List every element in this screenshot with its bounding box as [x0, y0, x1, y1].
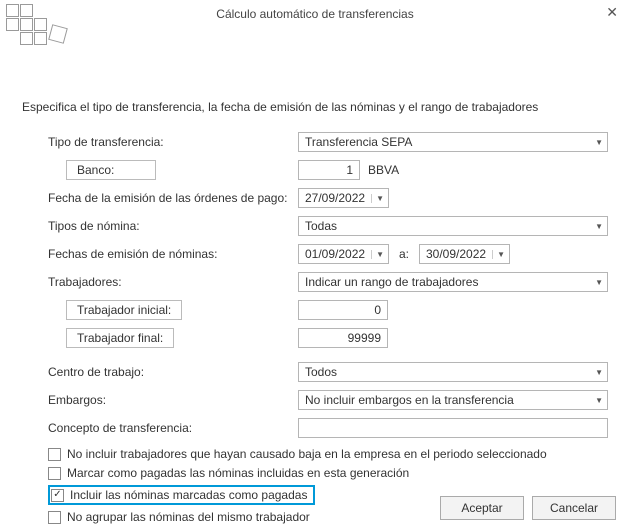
tipos-nomina-label: Tipos de nómina: — [48, 219, 298, 233]
banco-num-input[interactable]: 1 — [298, 160, 360, 180]
concepto-input[interactable] — [298, 418, 608, 438]
centro-label: Centro de trabajo: — [48, 365, 298, 379]
banco-name: BBVA — [364, 163, 399, 177]
chevron-down-icon: ▼ — [595, 278, 603, 287]
fecha-ordenes-label: Fecha de la emisión de las órdenes de pa… — [48, 191, 298, 205]
centro-select[interactable]: Todos ▼ — [298, 362, 608, 382]
chevron-down-icon: ▼ — [371, 194, 388, 203]
fecha-desde-input[interactable]: 01/09/2022 ▼ — [298, 244, 389, 264]
tipos-nomina-select[interactable]: Todas ▼ — [298, 216, 608, 236]
fecha-ordenes-input[interactable]: 27/09/2022 ▼ — [298, 188, 389, 208]
embargos-label: Embargos: — [48, 393, 298, 407]
instruction-text: Especifica el tipo de transferencia, la … — [22, 100, 608, 114]
check-no-incluir-bajas-label: No incluir trabajadores que hayan causad… — [67, 447, 547, 461]
check-no-agrupar[interactable] — [48, 511, 61, 524]
check-no-incluir-bajas[interactable] — [48, 448, 61, 461]
trabajadores-label: Trabajadores: — [48, 275, 298, 289]
trabajadores-select[interactable]: Indicar un rango de trabajadores ▼ — [298, 272, 608, 292]
banco-button[interactable]: Banco: — [66, 160, 156, 180]
check-incluir-nominas-pagadas[interactable]: ✓ — [51, 489, 64, 502]
tipo-transferencia-select[interactable]: Transferencia SEPA ▼ — [298, 132, 608, 152]
trabajador-final-button[interactable]: Trabajador final: — [66, 328, 174, 348]
close-icon[interactable]: ✕ — [600, 2, 624, 23]
chevron-down-icon: ▼ — [595, 396, 603, 405]
tipo-transferencia-value: Transferencia SEPA — [305, 135, 412, 149]
a-label: a: — [393, 247, 415, 261]
highlight-box: ✓ Incluir las nóminas marcadas como paga… — [48, 485, 315, 505]
check-marcar-pagadas-label: Marcar como pagadas las nóminas incluida… — [67, 466, 409, 480]
tipo-transferencia-label: Tipo de transferencia: — [48, 135, 298, 149]
cancel-button[interactable]: Cancelar — [532, 496, 616, 520]
chevron-down-icon: ▼ — [371, 250, 388, 259]
trabajador-inicial-button[interactable]: Trabajador inicial: — [66, 300, 182, 320]
chevron-down-icon: ▼ — [492, 250, 509, 259]
chevron-down-icon: ▼ — [595, 138, 603, 147]
trabajador-final-input[interactable]: 99999 — [298, 328, 388, 348]
chevron-down-icon: ▼ — [595, 222, 603, 231]
concepto-label: Concepto de transferencia: — [48, 421, 298, 435]
check-no-agrupar-label: No agrupar las nóminas del mismo trabaja… — [67, 510, 310, 524]
app-logo — [6, 4, 76, 54]
embargos-select[interactable]: No incluir embargos en la transferencia … — [298, 390, 608, 410]
accept-button[interactable]: Aceptar — [440, 496, 524, 520]
check-incluir-nominas-pagadas-label: Incluir las nóminas marcadas como pagada… — [70, 488, 307, 502]
chevron-down-icon: ▼ — [595, 368, 603, 377]
title-bar: Cálculo automático de transferencias ✕ — [0, 0, 630, 28]
fecha-hasta-input[interactable]: 30/09/2022 ▼ — [419, 244, 510, 264]
window-title: Cálculo automático de transferencias — [216, 7, 413, 21]
fechas-emision-label: Fechas de emisión de nóminas: — [48, 247, 298, 261]
trabajador-inicial-input[interactable]: 0 — [298, 300, 388, 320]
check-marcar-pagadas[interactable] — [48, 467, 61, 480]
